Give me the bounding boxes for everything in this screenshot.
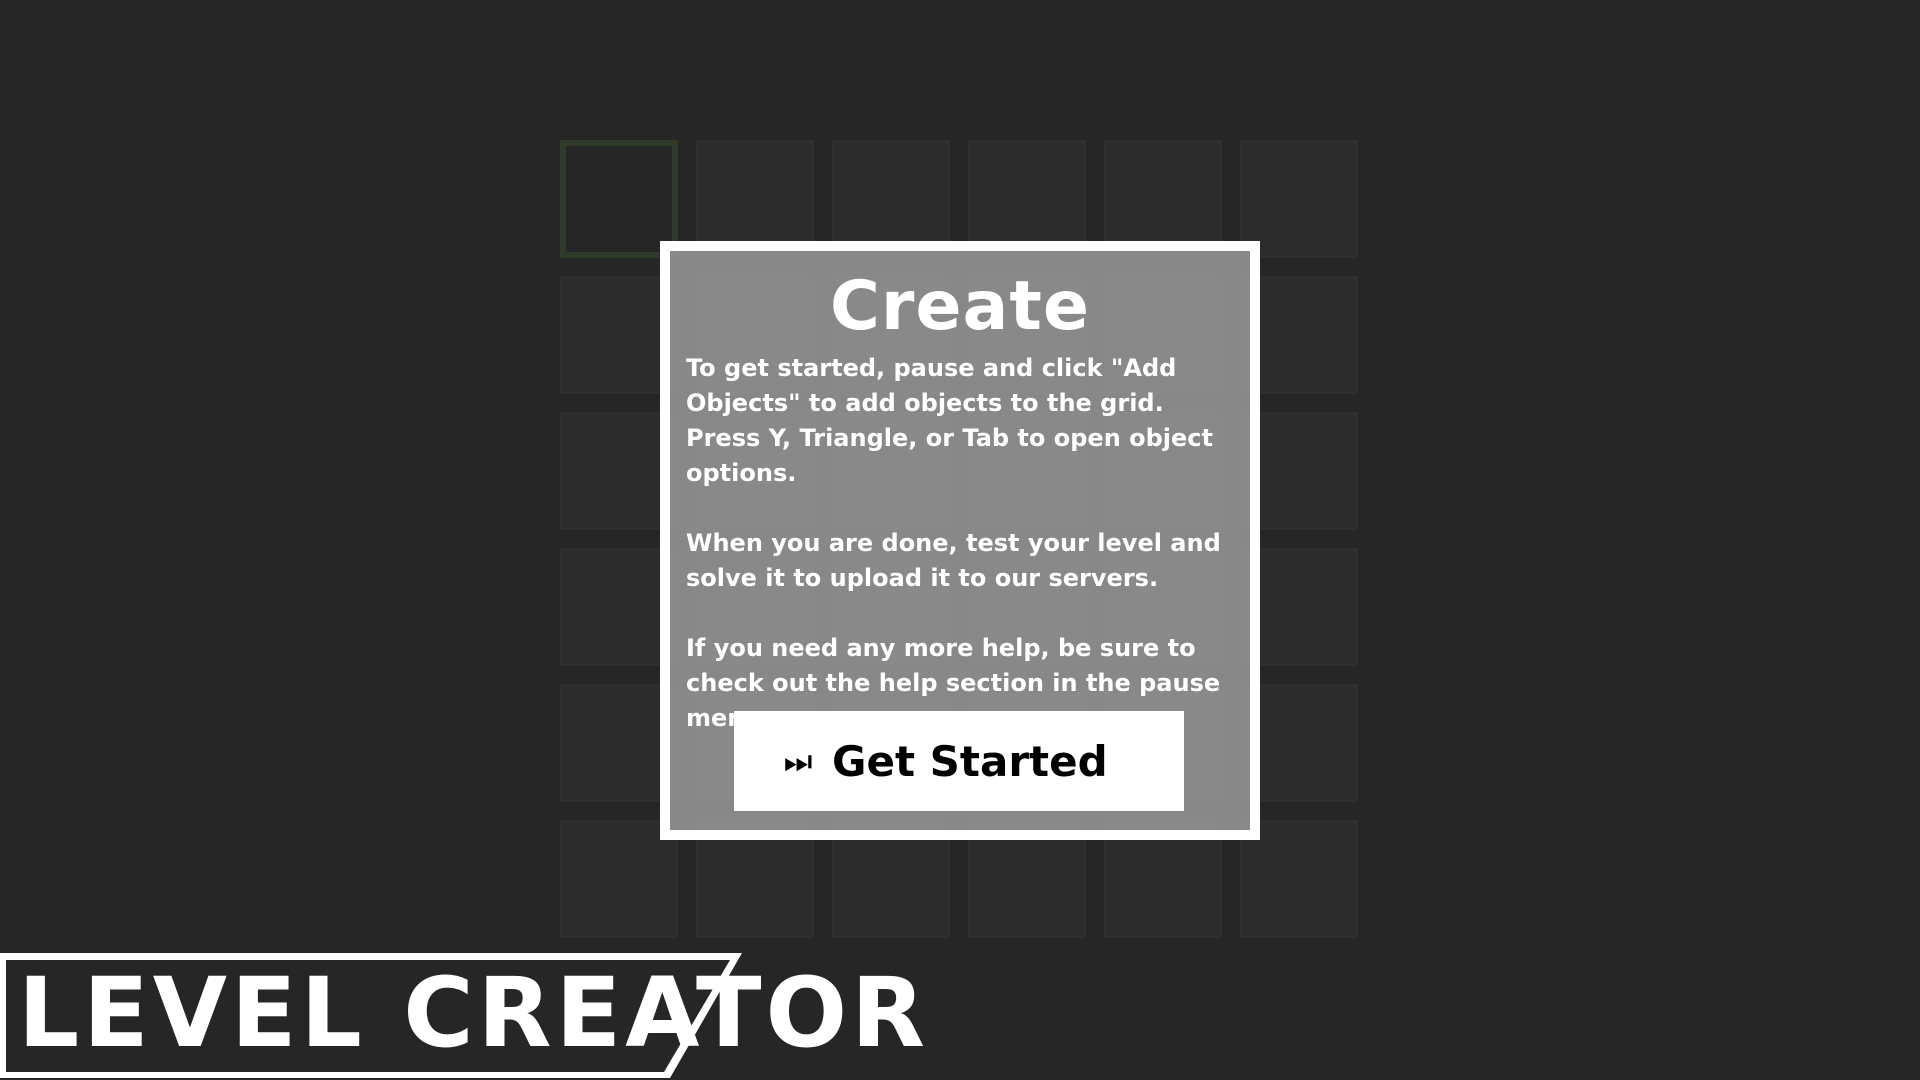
screen-title: LEVEL CREATOR — [18, 957, 930, 1069]
dialog-paragraph-upload: When you are done, test your level and s… — [686, 529, 1221, 592]
get-started-label: Get Started — [832, 736, 1108, 786]
get-started-button[interactable]: ⏭ Get Started — [734, 711, 1184, 811]
dialog-title: Create — [829, 267, 1091, 346]
fast-forward-icon: ⏭ — [783, 741, 813, 780]
dialog-paragraph-intro: To get started, pause and click "Add Obj… — [686, 354, 1214, 487]
level-creator-screen: Create To get started, pause and click "… — [0, 0, 1920, 1080]
create-dialog: Create To get started, pause and click "… — [660, 241, 1260, 840]
